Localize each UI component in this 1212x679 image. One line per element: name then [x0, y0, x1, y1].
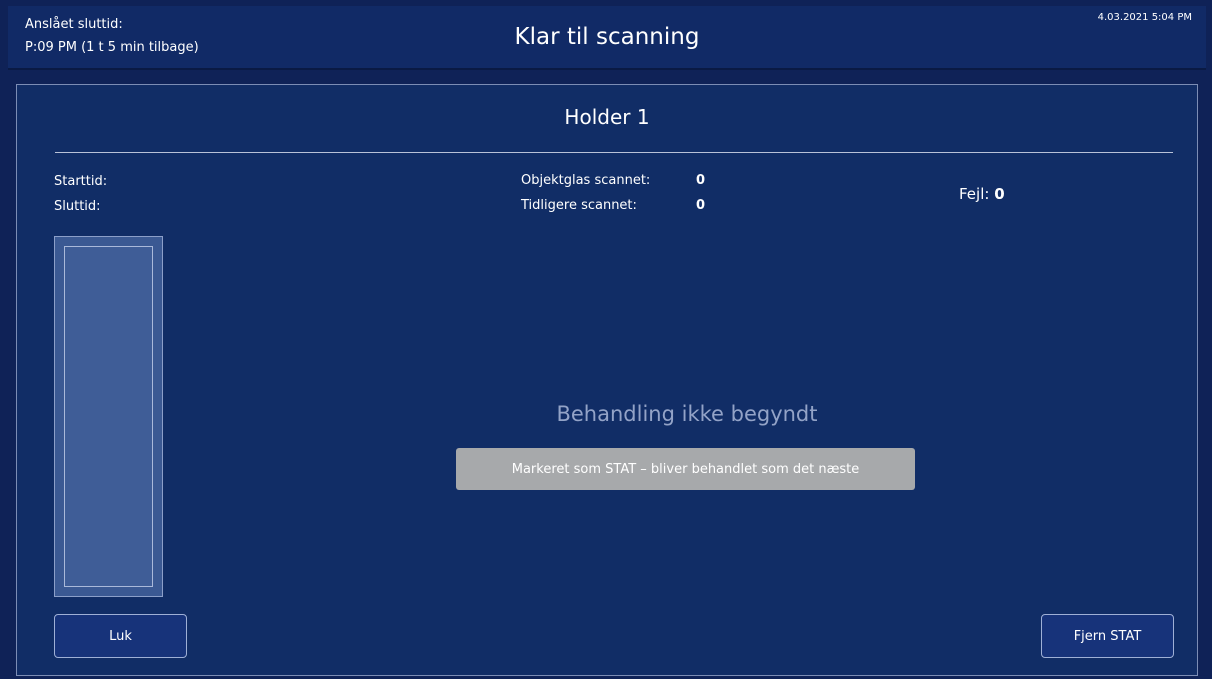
stat-badge: Markeret som STAT – bliver behandlet som… — [456, 448, 915, 490]
holder-panel: Holder 1 Starttid: Sluttid: Objektglas s… — [16, 84, 1198, 676]
divider — [55, 152, 1173, 153]
top-bar: Anslået sluttid: P:09 PM (1 t 5 min tilb… — [8, 6, 1206, 70]
end-time-label: Sluttid: — [54, 199, 101, 214]
holder-title: Holder 1 — [564, 105, 650, 129]
slides-scanned-label: Objektglas scannet: — [521, 173, 651, 188]
slides-scanned-value: 0 — [696, 173, 706, 188]
remove-stat-button[interactable]: Fjern STAT — [1041, 614, 1174, 658]
previously-scanned-value: 0 — [696, 198, 706, 213]
datetime: 4.03.2021 5:04 PM — [1097, 12, 1192, 23]
errors-label: Fejl: — [959, 185, 990, 203]
page-title: Klar til scanning — [514, 24, 700, 50]
previously-scanned-label: Tidligere scannet: — [521, 198, 637, 213]
errors-count: Fejl: 0 — [959, 185, 1005, 203]
close-button[interactable]: Luk — [54, 614, 187, 658]
start-time-label: Starttid: — [54, 174, 108, 189]
errors-value: 0 — [994, 185, 1005, 203]
processing-status: Behandling ikke begyndt — [556, 402, 818, 426]
